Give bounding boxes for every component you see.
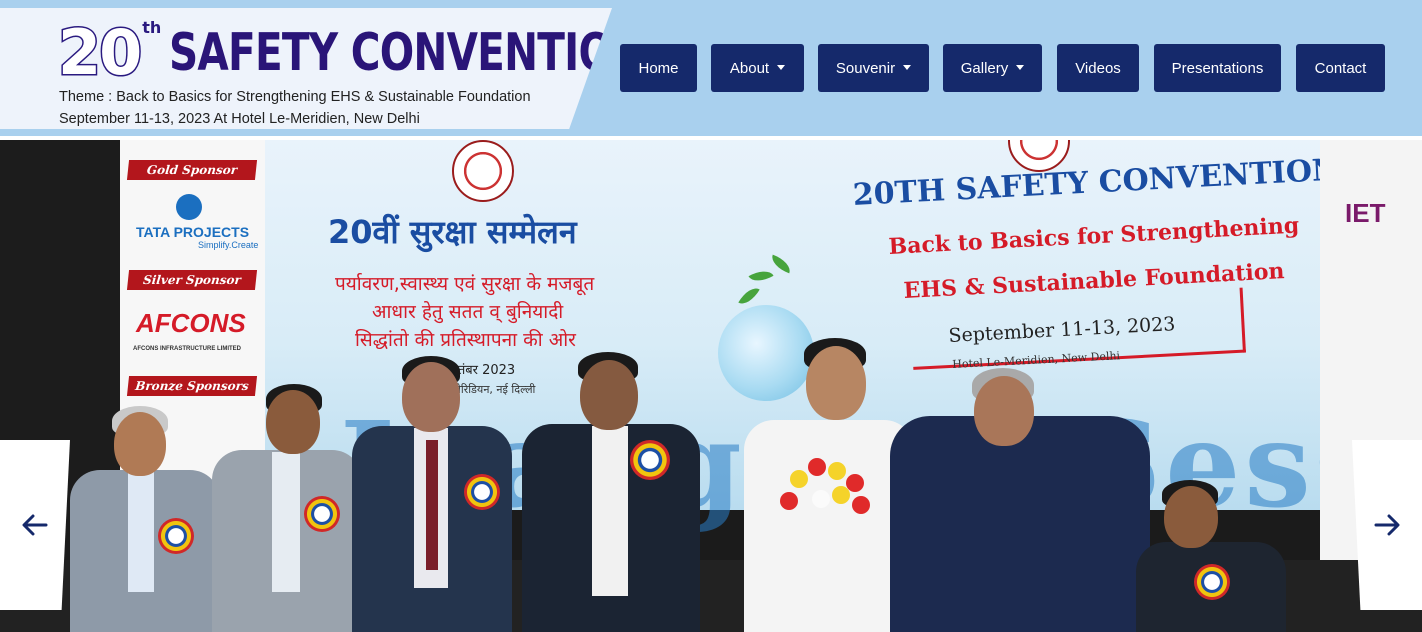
nav-presentations-label: Presentations: [1171, 59, 1264, 77]
gold-sponsor-tagline: Simplify.Create: [198, 240, 259, 250]
caret-down-icon: [1016, 64, 1025, 70]
tata-logo-icon: [176, 194, 202, 220]
nav-souvenir[interactable]: Souvenir: [818, 44, 929, 92]
bouquet-flower: [790, 470, 808, 488]
silver-sponsor-name: AFCONS: [136, 308, 246, 338]
nav-home[interactable]: Home: [620, 44, 697, 92]
brand-panel[interactable]: 20 th SAFETY CONVENTION Theme : Back to …: [0, 8, 612, 129]
arrow-right-icon: [1374, 514, 1400, 536]
globe-icon: [718, 305, 814, 401]
carousel-next-button[interactable]: [1352, 440, 1422, 610]
caret-down-icon: [777, 64, 786, 70]
nav-videos[interactable]: Videos: [1057, 44, 1139, 92]
iet-logo: IET: [1345, 198, 1386, 228]
hero-carousel: Gold Sponsor TATA PROJECTS Simplify.Crea…: [0, 140, 1422, 632]
bouquet-flower: [832, 486, 850, 504]
bronze-sponsor-label: Bronze Sponsors: [126, 376, 258, 396]
bouquet-flower: [846, 474, 864, 492]
nav-about[interactable]: About: [711, 44, 804, 92]
silver-sponsor-label: Silver Sponsor: [126, 270, 258, 290]
bouquet-flower: [808, 458, 826, 476]
bouquet-flower: [852, 496, 870, 514]
gold-sponsor-label: Gold Sponsor: [126, 160, 258, 180]
nav-contact[interactable]: Contact: [1296, 44, 1385, 92]
nav-presentations[interactable]: Presentations: [1154, 44, 1281, 92]
hindi-line-1: पर्यावरण,स्वास्थ्य एवं सुरक्षा के मजबूत: [335, 273, 595, 295]
nav-videos-label: Videos: [1075, 59, 1121, 77]
logo-title: SAFETY CONVENTION: [169, 23, 646, 83]
nav-gallery[interactable]: Gallery: [943, 44, 1042, 92]
bouquet-flower: [780, 492, 798, 510]
caret-down-icon: [903, 64, 912, 70]
hindi-line-3: सिद्धांतो की प्रतिस्थापना की ओर: [355, 329, 576, 351]
site-header: 20 th SAFETY CONVENTION Theme : Back to …: [0, 0, 1422, 136]
nav-souvenir-label: Souvenir: [835, 59, 896, 77]
nav-about-label: About: [729, 59, 770, 77]
logo-superscript: th: [142, 18, 162, 37]
nav-home-label: Home: [638, 59, 679, 77]
theme-text: Theme : Back to Basics for Strengthening…: [59, 89, 531, 105]
bouquet-flower: [812, 490, 830, 508]
hindi-title: 20वीं सुरक्षा सम्मेलन: [328, 213, 577, 251]
nav-contact-label: Contact: [1314, 59, 1367, 77]
emblem-icon: [452, 140, 514, 202]
nav-gallery-label: Gallery: [960, 59, 1009, 77]
bouquet-flower: [828, 462, 846, 480]
carousel-prev-button[interactable]: [0, 440, 70, 610]
hindi-line-2: आधार हेतु सतत व् बुनियादी: [372, 301, 564, 323]
logo-number: 20: [56, 16, 143, 89]
silver-sponsor-sub: AFCONS INFRASTRUCTURE LIMITED: [133, 346, 241, 352]
date-venue-text: September 11-13, 2023 At Hotel Le-Meridi…: [59, 111, 420, 127]
arrow-left-icon: [22, 514, 48, 536]
gold-sponsor-name: TATA PROJECTS: [136, 224, 250, 240]
